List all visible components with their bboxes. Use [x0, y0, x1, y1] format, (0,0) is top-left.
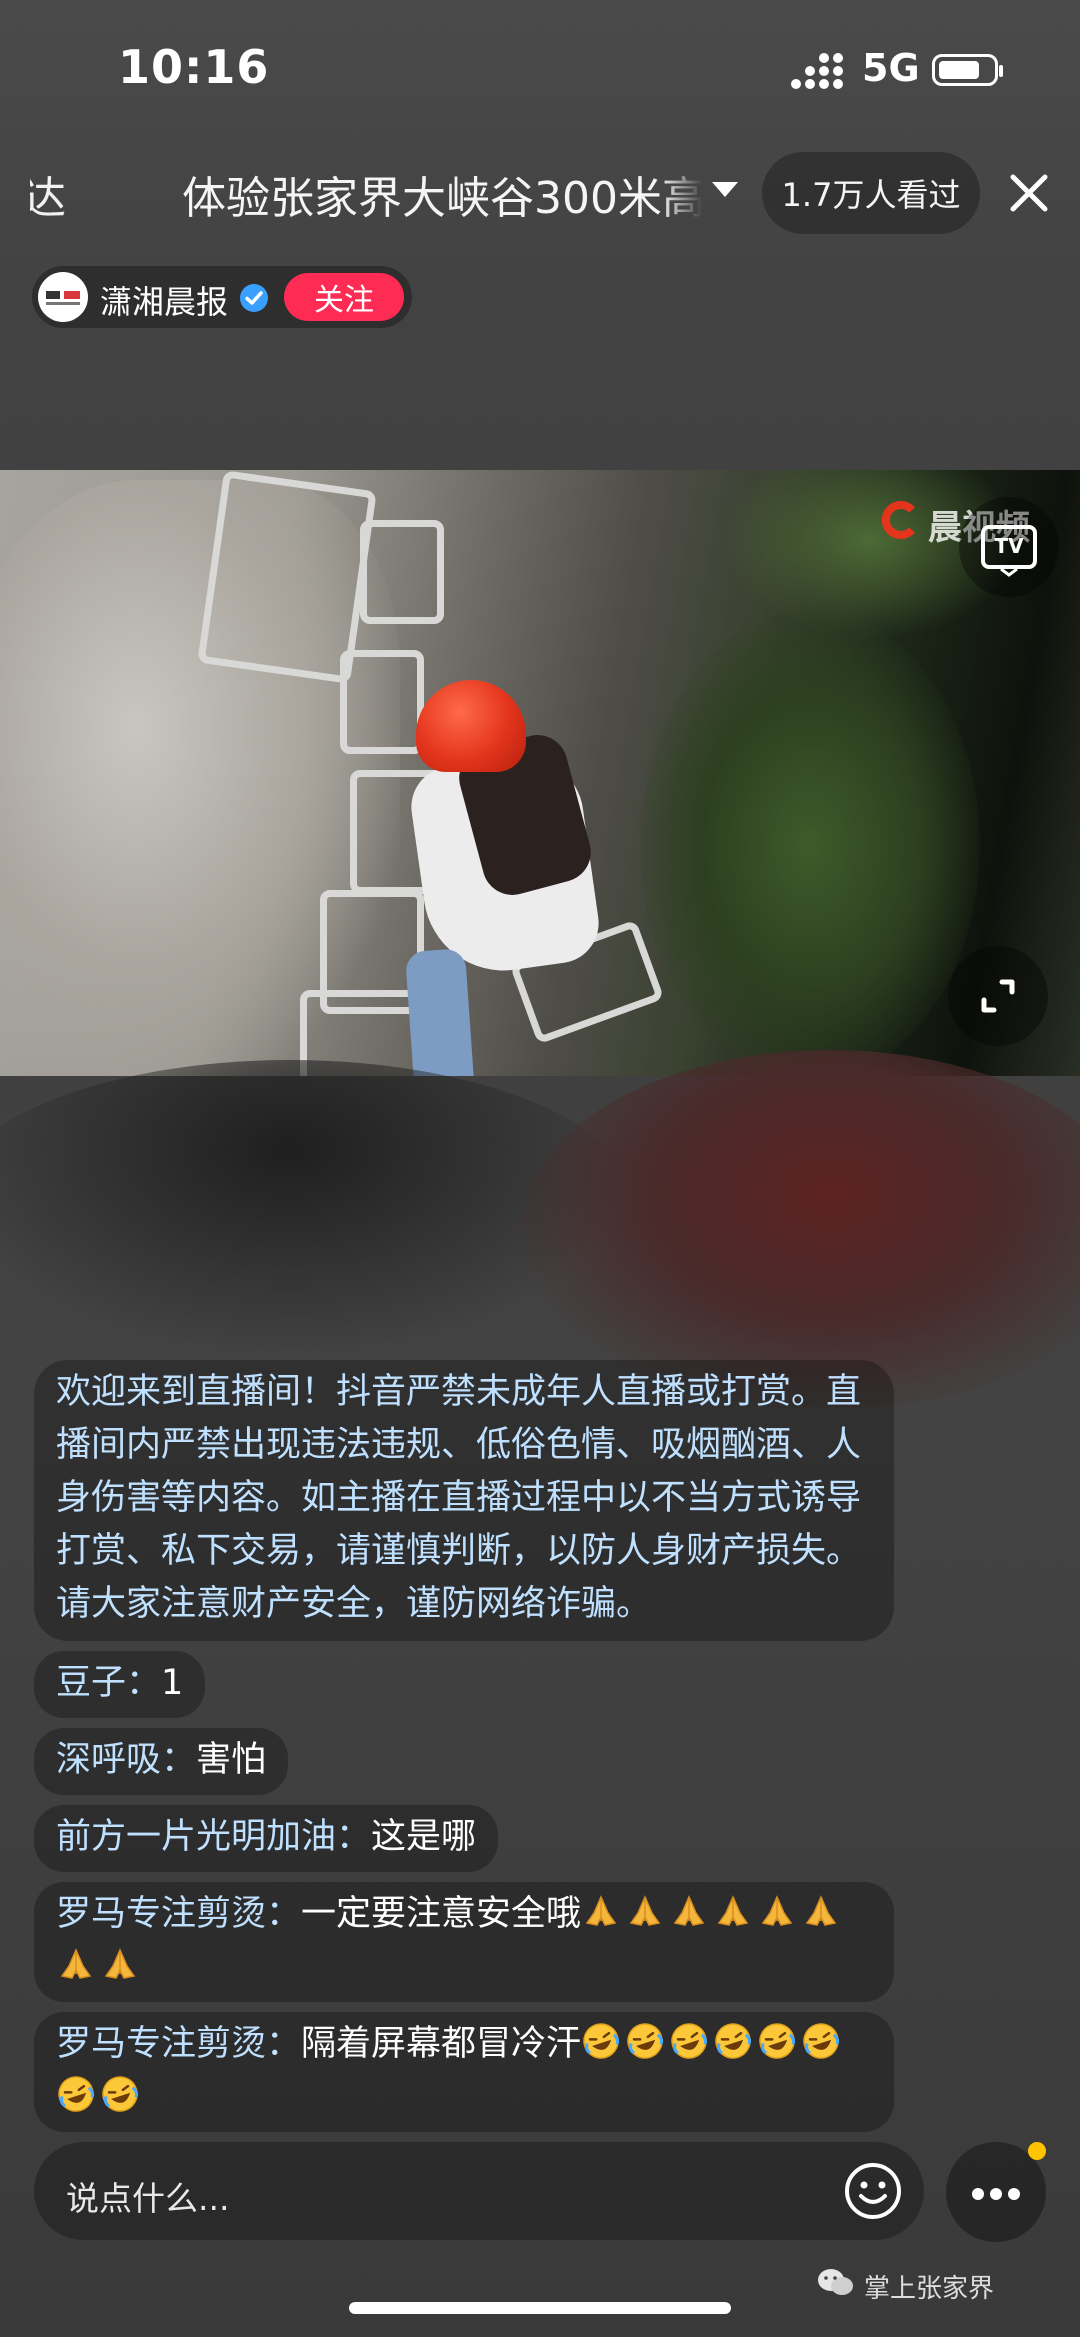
folded-hands-icon: [581, 1891, 621, 1931]
tv-icon[interactable]: TV: [959, 497, 1059, 597]
close-icon[interactable]: [1004, 168, 1054, 218]
comment-list[interactable]: 欢迎来到直播间！抖音严禁未成年人直播或打赏。直播间内严禁出现违法违规、低俗色情、…: [34, 1360, 934, 2142]
comment-user[interactable]: 罗马专注剪烫：: [56, 1894, 301, 1934]
channel-chip[interactable]: 潇湘晨报 关注: [32, 266, 412, 328]
rolling-laughing-icon: [625, 2021, 665, 2061]
viewer-count[interactable]: 1.7万人看过: [762, 152, 980, 234]
comment-user[interactable]: 前方一片光明加油：: [56, 1817, 371, 1857]
signal-icon: [791, 53, 843, 89]
climber-helmet: [416, 680, 526, 772]
rolling-laughing-icon: [713, 2021, 753, 2061]
status-bar: 10:16 5G: [0, 0, 1080, 140]
list-item[interactable]: 罗马专注剪烫：隔着屏幕都冒冷汗: [34, 2012, 894, 2132]
comment-text: 一定要注意安全哦: [301, 1894, 582, 1934]
fullscreen-icon[interactable]: [948, 946, 1048, 1046]
list-item[interactable]: 前方一片光明加油：这是哪: [34, 1805, 499, 1872]
avatar[interactable]: [38, 272, 88, 322]
comment-text: 1: [161, 1663, 184, 1703]
live-title[interactable]: 体验张家界大峡谷300米高空: [182, 162, 702, 226]
smile-icon[interactable]: [842, 2160, 904, 2222]
svg-text:TV: TV: [994, 534, 1024, 558]
comment-user[interactable]: 豆子：: [56, 1663, 161, 1703]
caret-down-icon[interactable]: [712, 182, 738, 197]
notification-dot: [1028, 2142, 1046, 2160]
rolling-laughing-icon: [801, 2021, 841, 2061]
rolling-laughing-icon: [581, 2021, 621, 2061]
rolling-laughing-icon: [100, 2074, 140, 2114]
video-player[interactable]: 晨视频: [0, 470, 1080, 1076]
footer-watermark: 掌上张家界: [818, 2268, 995, 2305]
logo-mark-icon: [881, 501, 915, 539]
list-item[interactable]: 罗马专注剪烫：一定要注意安全哦: [34, 1882, 894, 2002]
folded-hands-icon: [669, 1891, 709, 1931]
list-item[interactable]: 深呼吸：害怕: [34, 1728, 289, 1795]
home-indicator[interactable]: [349, 2302, 731, 2314]
network-type: 5G: [862, 46, 920, 90]
battery-icon: [932, 54, 1003, 86]
comment-text: 这是哪: [371, 1817, 477, 1857]
folded-hands-icon: [56, 1944, 96, 1984]
system-notice: 欢迎来到直播间！抖音严禁未成年人直播或打赏。直播间内严禁出现违法违规、低俗色情、…: [34, 1360, 894, 1641]
channel-name[interactable]: 潇湘晨报: [100, 277, 228, 323]
comment-text: 害怕: [196, 1740, 267, 1780]
comment-user[interactable]: 深呼吸：: [56, 1740, 196, 1780]
folded-hands-icon: [757, 1891, 797, 1931]
folded-hands-icon: [625, 1891, 665, 1931]
rolling-laughing-icon: [757, 2021, 797, 2061]
list-item[interactable]: 豆子：1: [34, 1651, 206, 1718]
rolling-laughing-icon: [669, 2021, 709, 2061]
comment-text: 隔着屏幕都冒冷汗: [301, 2024, 582, 2064]
footer-watermark-text: 掌上张家界: [864, 2274, 995, 2304]
folded-hands-icon: [100, 1944, 140, 1984]
wechat-icon: [818, 2269, 853, 2295]
comment-user[interactable]: 罗马专注剪烫：: [56, 2024, 301, 2064]
folded-hands-icon: [801, 1891, 841, 1931]
status-time: 10:16: [118, 40, 270, 94]
comment-input[interactable]: 说点什么...: [34, 2142, 924, 2240]
folded-hands-icon: [713, 1891, 753, 1931]
previous-title-fragment[interactable]: 达: [30, 162, 90, 226]
verified-icon: [240, 284, 268, 312]
follow-button[interactable]: 关注: [284, 273, 404, 321]
comment-input-placeholder[interactable]: 说点什么...: [66, 2172, 229, 2220]
rolling-laughing-icon: [56, 2074, 96, 2114]
